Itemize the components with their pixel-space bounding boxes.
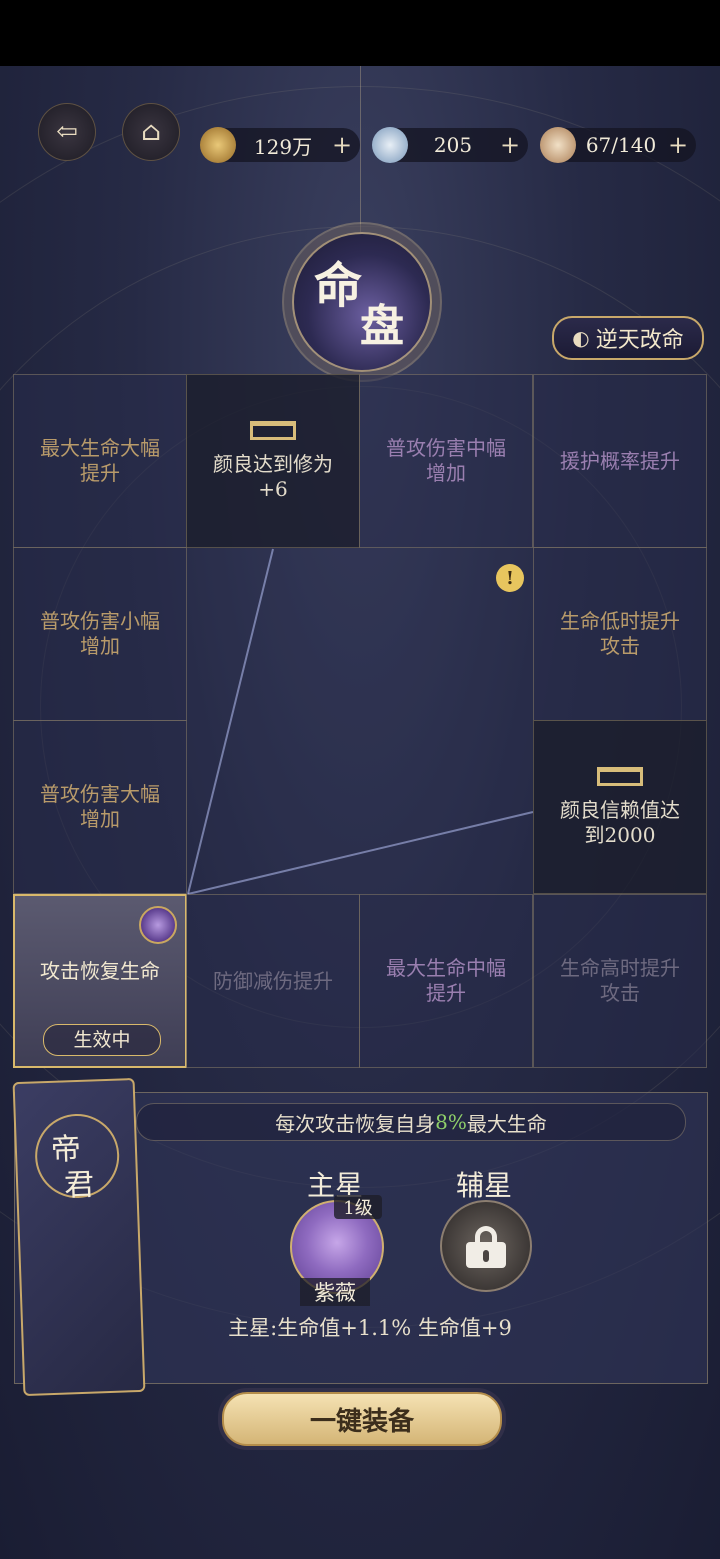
food-bowl-icon — [540, 127, 576, 163]
home-button[interactable]: ⌂ — [122, 103, 180, 161]
ni-tian-gai-ming-label: 逆天改命 — [595, 328, 684, 353]
back-arrow-icon: ⇦ — [56, 117, 78, 147]
add-food-button[interactable]: + — [666, 131, 690, 159]
desc-pre: 每次攻击恢复自身 — [275, 1111, 436, 1136]
grid-cell-4[interactable]: 援护概率提升 — [533, 374, 707, 548]
main-star-name: 紫薇 — [300, 1278, 370, 1306]
title-char-ming: 命 — [314, 258, 363, 314]
ni-tian-gai-ming-button[interactable]: ◐ 逆天改命 — [552, 316, 704, 360]
main-star-stats: 主星:生命值+1.1% 生命值+9 — [228, 1316, 512, 1340]
grid-cell-7-label: 普攻伤害大幅 增加 — [40, 782, 160, 831]
resource-food-value: 67/140 — [585, 133, 657, 157]
grid-cell-2-label: 颜良达到修为 +6 — [213, 451, 333, 501]
resource-jade-value: 205 — [433, 133, 473, 157]
main-star-level: 1级 — [334, 1195, 382, 1219]
copper-coin-icon — [200, 127, 236, 163]
one-click-equip-button[interactable]: 一键装备 — [222, 1392, 502, 1446]
grid-cell-5-label: 普攻伤害小幅 增加 — [40, 609, 160, 658]
grid-cell-12[interactable]: 生命高时提升 攻击 — [533, 894, 707, 1068]
grid-cell-11-label: 最大生命中幅 提升 — [386, 956, 506, 1005]
grid-cell-10[interactable]: 防御减伤提升 — [186, 894, 360, 1068]
grid-cell-3[interactable]: 普攻伤害中幅 增加 — [359, 374, 533, 548]
purple-star-orb-icon — [139, 906, 177, 944]
desc-post: 最大生命 — [466, 1111, 547, 1136]
grid-cell-11[interactable]: 最大生命中幅 提升 — [359, 894, 533, 1068]
destiny-grid: 最大生命大幅 提升 颜良达到修为 +6 普攻伤害中幅 增加 援护概率提升 普攻伤害小幅… — [13, 374, 707, 1068]
grid-cell-2[interactable]: 颜良达到修为 +6 — [186, 374, 360, 548]
resource-copper: 129万 + — [200, 127, 360, 163]
active-status-badge: 生效中 — [43, 1024, 161, 1056]
title-char-pan: 盘 — [360, 301, 404, 352]
grid-cell-5[interactable]: 普攻伤害小幅 增加 — [13, 547, 187, 721]
grid-cell-10-label: 防御减伤提升 — [213, 968, 333, 993]
one-click-equip-label: 一键装备 — [309, 1406, 414, 1437]
jade-orb-icon — [372, 127, 408, 163]
back-button[interactable]: ⇦ — [38, 103, 96, 161]
lock-tray-icon — [597, 766, 643, 786]
scroll-char-jun: 君 — [63, 1167, 95, 1204]
page-title-emblem: 命 盘 — [292, 232, 432, 372]
grid-cell-12-label: 生命高时提升 攻击 — [560, 956, 680, 1005]
sub-star-title: 辅星 — [456, 1169, 513, 1202]
swirl-icon: ◐ — [572, 326, 590, 350]
effect-description: 每次攻击恢复自身 8% 最大生命 — [136, 1103, 686, 1141]
grid-cell-1[interactable]: 最大生命大幅 提升 — [13, 374, 187, 548]
warning-icon[interactable]: ! — [496, 564, 524, 592]
grid-cell-3-label: 普攻伤害中幅 增加 — [386, 436, 506, 485]
grid-cell-9[interactable]: 攻击恢复生命 生效中 — [13, 894, 187, 1068]
resource-food: 67/140 + — [540, 127, 696, 163]
resource-copper-value: 129万 — [253, 134, 313, 159]
grid-cell-8[interactable]: 颜良信赖值达 到2000 — [533, 720, 707, 894]
pavilion-icon: ⌂ — [141, 117, 161, 147]
lock-icon — [466, 1226, 506, 1268]
grid-cell-7[interactable]: 普攻伤害大幅 增加 — [13, 720, 187, 894]
sub-star-slot[interactable] — [440, 1200, 532, 1292]
grid-cell-4-label: 援护概率提升 — [560, 448, 680, 473]
add-copper-button[interactable]: + — [330, 131, 354, 159]
add-jade-button[interactable]: + — [498, 131, 522, 159]
desc-highlight: 8% — [435, 1110, 467, 1134]
grid-cell-6-label: 生命低时提升 攻击 — [560, 609, 680, 658]
grid-cell-9-label: 攻击恢复生命 — [40, 958, 160, 983]
lock-tray-icon — [250, 420, 296, 440]
emperor-scroll: 帝 君 — [12, 1077, 146, 1397]
grid-cell-1-label: 最大生命大幅 提升 — [40, 436, 160, 485]
grid-cell-8-label: 颜良信赖值达 到2000 — [560, 797, 680, 847]
grid-cell-6[interactable]: 生命低时提升 攻击 — [533, 547, 707, 721]
resource-jade: 205 + — [372, 127, 528, 163]
